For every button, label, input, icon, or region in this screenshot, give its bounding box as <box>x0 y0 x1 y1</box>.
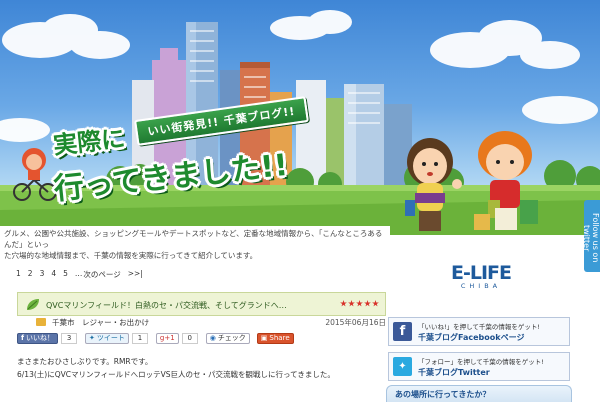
twitter-page-link[interactable]: ✦ 「フォロー」を押して千葉の情報をゲット! 千葉ブログTwitter <box>388 352 570 381</box>
star-icon <box>348 300 355 307</box>
check-icon: ◉ <box>209 334 216 342</box>
hero-banner: いい街発見!! 千葉ブログ!! 実際に 行ってきました!! <box>0 0 600 235</box>
facebook-caption: 「いいね!」を押して千葉の情報をゲット! <box>418 323 541 331</box>
twitter-caption: 「フォロー」を押して千葉の情報をゲット! <box>418 358 544 366</box>
leaf-icon <box>27 299 39 310</box>
facebook-icon: f <box>393 322 412 341</box>
sidebar-widget-title: あの場所に行ってきたか？ <box>386 385 572 402</box>
share-label: Share <box>269 334 290 342</box>
page-link-5[interactable]: 5 <box>63 269 68 280</box>
pagination-ellipsis: … <box>74 269 83 278</box>
post-date: 2015年06月16日 <box>325 318 386 327</box>
category-link-leisure[interactable]: レジャー・お出かけ <box>82 317 149 328</box>
star-icon <box>364 300 371 307</box>
star-rating <box>340 300 379 307</box>
page-link-2[interactable]: 2 <box>28 269 33 280</box>
page-link-4[interactable]: 4 <box>51 269 56 280</box>
like-count: 3 <box>61 332 78 344</box>
post-meta: 千葉市 レジャー・お出かけ 2015年06月16日 <box>30 316 386 329</box>
post-title-link[interactable]: QVCマリンフィールド！白熱のセ・パ交流戦、そしてグランドへ… <box>46 300 287 311</box>
elife-logo[interactable]: E-LIFE CHIBA <box>446 262 516 302</box>
star-icon <box>372 300 379 307</box>
twitter-page-title: 千葉ブログTwitter <box>418 368 490 377</box>
intro-text: グルメ、公園や公共施設、ショッピングモールやデートスポットなど、定番な地域情報か… <box>0 226 390 263</box>
last-page-link[interactable]: >>| <box>128 269 143 280</box>
page-link-1[interactable]: 1 <box>16 269 21 280</box>
twitter-follow-tab[interactable]: Follow us on twitter <box>584 200 600 272</box>
pagination: 1 2 3 4 5 … 次のページ >>| <box>16 269 143 280</box>
star-icon <box>356 300 363 307</box>
hero-title: いい街発見!! 千葉ブログ!! 実際に 行ってきました!! <box>47 96 337 207</box>
post-header: QVCマリンフィールド！白熱のセ・パ交流戦、そしてグランドへ… <box>17 292 386 316</box>
post-body-line-1: まさまたおひさしぶりです。RMRです。 <box>17 357 153 366</box>
gplus-count: 0 <box>181 332 198 344</box>
next-page-link[interactable]: 次のページ <box>83 269 120 280</box>
twitter-bird-icon: ✦ <box>89 334 95 342</box>
tweet-count: 1 <box>131 332 148 344</box>
tweet-button[interactable]: ✦ ツイート <box>85 332 129 344</box>
share-button[interactable]: ▣ Share <box>256 332 294 344</box>
elife-logo-main: E-LIFE <box>451 262 512 284</box>
check-label: チェック <box>217 334 246 342</box>
intro-line-2: た穴場的な地域情報まで、千葉の情報を実際に行ってきて紹介しています。 <box>4 251 258 260</box>
social-buttons: f いいね！ 3 ✦ ツイート 1 g+1 0 ◉ チェック ▣ Share <box>17 332 294 344</box>
intro-line-1: グルメ、公園や公共施設、ショッピングモールやデートスポットなど、定番な地域情報か… <box>4 229 383 249</box>
category-link-chiba[interactable]: 千葉市 <box>52 317 75 328</box>
star-icon <box>340 300 347 307</box>
google-plus-button[interactable]: g+1 <box>155 332 179 344</box>
facebook-icon: f <box>21 334 25 342</box>
check-button[interactable]: ◉ チェック <box>205 332 250 344</box>
like-label: いいね！ <box>26 334 55 342</box>
facebook-page-title: 千葉ブログFacebookページ <box>418 333 525 342</box>
hero-title-line1: 実際に <box>51 124 127 160</box>
post-body-line-2: 6/13(土)にQVCマリンフィールドへロッテVS巨人のセ・パ交流戦を観戦しに行… <box>17 370 335 379</box>
facebook-like-button[interactable]: f いいね！ <box>17 332 59 344</box>
twitter-icon: ✦ <box>393 357 412 376</box>
tweet-label: ツイート <box>96 334 125 342</box>
share-icon: ▣ <box>260 334 268 342</box>
page-link-3[interactable]: 3 <box>40 269 45 280</box>
facebook-page-link[interactable]: f 「いいね!」を押して千葉の情報をゲット! 千葉ブログFacebookページ <box>388 317 570 346</box>
folder-icon <box>36 318 46 326</box>
